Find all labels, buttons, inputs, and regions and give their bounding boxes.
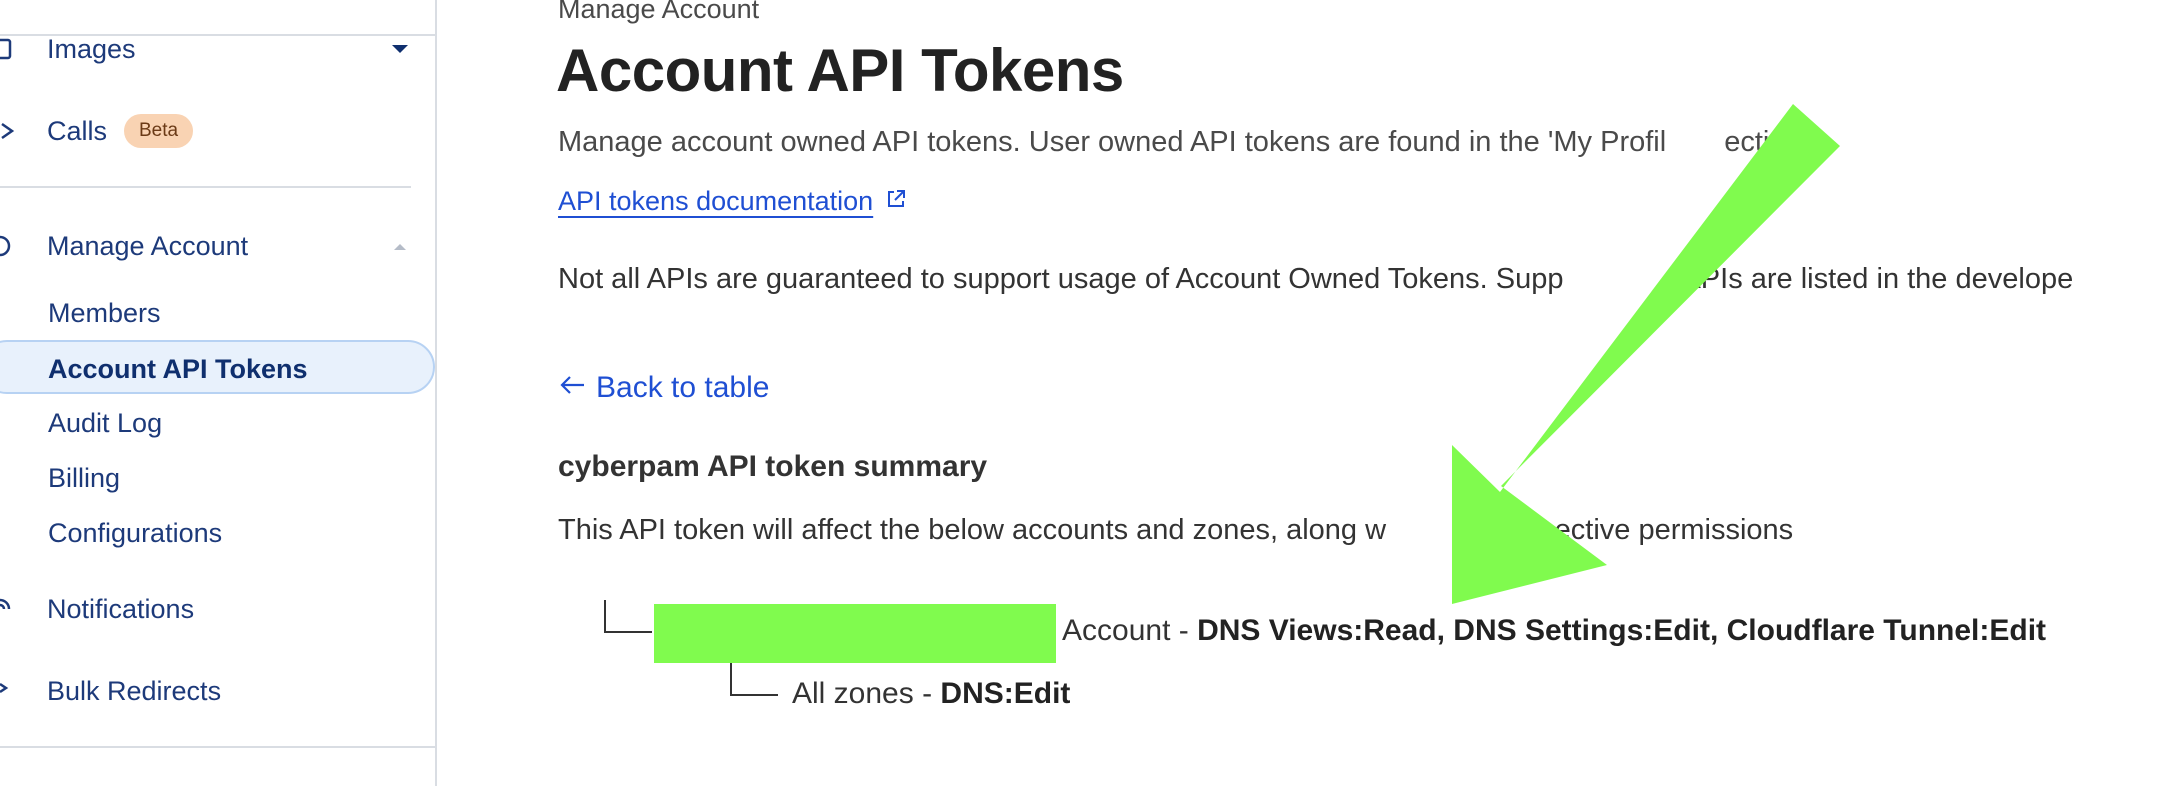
sidebar-item-calls[interactable]: Calls Beta (0, 103, 435, 159)
back-to-table-label: Back to table (596, 371, 770, 404)
sidebar: Images Calls Beta Manage Account Members… (0, 0, 437, 786)
bulk-redirects-icon (0, 678, 16, 704)
page-description-tail: ection. (1724, 126, 1810, 158)
tree-connector (604, 631, 652, 633)
token-summary-description-tail: ir respective permissions (1474, 514, 1794, 546)
api-docs-link[interactable]: API tokens documentation (558, 186, 907, 217)
sidebar-divider (0, 186, 411, 188)
redacted-account-name (654, 604, 1056, 663)
account-label: Account - (1062, 614, 1189, 647)
token-summary-description: This API token will affect the below acc… (558, 514, 1793, 547)
arrow-left-icon (558, 371, 586, 405)
sidebar-subitem-configurations[interactable]: Configurations (48, 518, 222, 549)
tree-connector (730, 694, 778, 696)
back-to-table-link[interactable]: Back to table (558, 371, 769, 405)
sidebar-item-manage-account[interactable]: Manage Account (0, 218, 435, 274)
zone-label: All zones - (792, 677, 933, 710)
token-summary-title: cyberpam API token summary (558, 450, 988, 483)
support-notice-text: Not all APIs are guaranteed to support u… (558, 263, 1564, 295)
support-notice-tail: APIs are listed in the develope (1681, 263, 2074, 295)
images-icon (0, 36, 16, 62)
page-description-text: Manage account owned API tokens. User ow… (558, 126, 1667, 158)
sidebar-subitem-billing[interactable]: Billing (48, 463, 120, 494)
sidebar-item-label: Calls (47, 115, 108, 146)
sidebar-item-images[interactable]: Images (0, 21, 435, 77)
sidebar-subitem-audit-log[interactable]: Audit Log (48, 408, 162, 439)
breadcrumb[interactable]: Manage Account (558, 0, 759, 25)
zone-permissions: DNS:Edit (940, 677, 1071, 710)
chevron-down-icon[interactable] (390, 42, 410, 56)
sidebar-item-label: Manage Account (47, 230, 249, 261)
tree-connector (730, 663, 732, 696)
external-link-icon (885, 186, 907, 217)
page-description: Manage account owned API tokens. User ow… (558, 126, 1810, 159)
token-summary-description-text: This API token will affect the below acc… (558, 514, 1387, 546)
beta-badge: Beta (124, 114, 194, 148)
zone-permission-row: All zones - DNS:Edit (792, 677, 1070, 711)
sidebar-item-label: Images (47, 33, 136, 64)
sidebar-subitem-members[interactable]: Members (48, 298, 161, 329)
calls-icon (0, 118, 16, 144)
manage-account-icon (0, 233, 16, 259)
sidebar-item-label: Notifications (47, 593, 195, 624)
sidebar-item-bulk-redirects[interactable]: Bulk Redirects (0, 663, 435, 719)
page-title: Account API Tokens (556, 37, 1124, 104)
tree-connector (604, 600, 606, 633)
sidebar-item-label: Bulk Redirects (47, 675, 222, 706)
account-permission-row: Account - DNS Views:Read, DNS Settings:E… (1062, 614, 2046, 648)
api-docs-link-label: API tokens documentation (558, 186, 874, 216)
sidebar-divider (0, 746, 435, 748)
chevron-up-icon[interactable] (390, 239, 410, 253)
support-notice: Not all APIs are guaranteed to support u… (558, 263, 2073, 296)
sidebar-item-notifications[interactable]: Notifications (0, 581, 435, 637)
sidebar-subitem-account-api-tokens[interactable]: Account API Tokens (48, 354, 308, 385)
notifications-icon (0, 596, 16, 622)
account-permissions: DNS Views:Read, DNS Settings:Edit, Cloud… (1197, 614, 2047, 647)
